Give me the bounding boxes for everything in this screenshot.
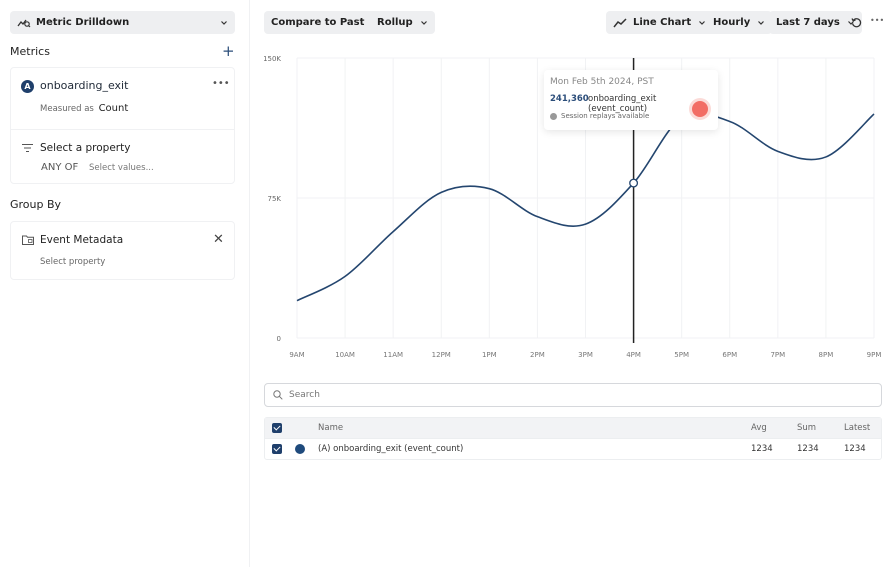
metric-badge: A [21, 80, 34, 93]
metric-options-icon[interactable]: ••• [212, 78, 230, 89]
measured-prefix: Measured as [40, 104, 94, 114]
sidebar: Metric Drilldown Metrics + A onboarding_… [0, 0, 250, 567]
x-tick-label: 1PM [482, 351, 497, 359]
line-chart-icon [613, 17, 627, 27]
view-selector-dropdown[interactable]: Metric Drilldown [10, 11, 235, 34]
x-tick-label: 3PM [578, 351, 593, 359]
x-tick-label: 7PM [770, 351, 785, 359]
date-range-dropdown[interactable]: Last 7 days [769, 11, 862, 34]
hover-point [629, 178, 639, 188]
filter-operator[interactable]: ANY OF [41, 162, 78, 173]
row-latest: 1234 [844, 444, 866, 454]
plus-icon: + [222, 42, 235, 60]
search-icon [273, 390, 283, 400]
session-replay-label: Session replays available [561, 112, 650, 120]
compare-to-past-dropdown[interactable]: Compare to Past [264, 11, 387, 34]
filter-values-input[interactable]: Select values... [89, 163, 154, 173]
chevron-down-icon [221, 20, 227, 25]
header-avg[interactable]: Avg [751, 423, 767, 433]
header-sum[interactable]: Sum [797, 423, 816, 433]
mouse-cursor-indicator [689, 98, 711, 120]
y-tick-label: 75K [268, 195, 282, 203]
row-avg: 1234 [751, 444, 773, 454]
group-by-heading: Group By [10, 198, 62, 211]
row-checkbox[interactable] [272, 444, 282, 454]
table-row[interactable]: (A) onboarding_exit (event_count) 1234 1… [265, 438, 881, 459]
header-name[interactable]: Name [318, 423, 343, 433]
metric-drilldown-icon [17, 19, 31, 27]
rollup-label: Rollup [377, 17, 413, 28]
chevron-down-icon [699, 20, 706, 25]
search-field[interactable] [264, 383, 882, 407]
row-name: (A) onboarding_exit (event_count) [318, 444, 464, 454]
close-icon[interactable]: ✕ [213, 232, 224, 247]
rollup-dropdown[interactable]: Rollup [370, 11, 435, 34]
add-metric-button[interactable]: + [222, 42, 235, 60]
x-tick-label: 9PM [867, 351, 882, 359]
chevron-down-icon [420, 20, 427, 25]
y-tick-label: 150K [264, 55, 281, 63]
folder-icon [22, 235, 34, 245]
chart-type-dropdown[interactable]: Line Chart [606, 11, 714, 34]
property-selector[interactable]: Select a property [40, 142, 130, 154]
compare-label: Compare to Past [271, 17, 365, 28]
series-table: Name Avg Sum Latest (A) onboarding_exit … [264, 417, 882, 460]
group-by-card: Event Metadata ✕ Select property [10, 221, 235, 280]
granularity-label: Hourly [713, 17, 751, 28]
row-sum: 1234 [797, 444, 819, 454]
table-header: Name Avg Sum Latest [265, 418, 881, 438]
filter-icon [22, 144, 33, 152]
select-all-checkbox[interactable] [272, 423, 282, 433]
x-tick-label: 6PM [722, 351, 737, 359]
granularity-dropdown[interactable]: Hourly [706, 11, 773, 34]
play-icon [550, 112, 557, 120]
view-selector-label: Metric Drilldown [36, 17, 130, 28]
chevron-down-icon [758, 20, 765, 25]
y-tick-label: 0 [277, 335, 281, 343]
session-replay-link[interactable]: Session replays available [550, 112, 649, 120]
x-tick-label: 11AM [383, 351, 403, 359]
x-tick-label: 12PM [432, 351, 451, 359]
series-color-dot [295, 444, 305, 454]
refresh-icon[interactable] [851, 17, 862, 28]
group-by-name: Event Metadata [40, 234, 124, 246]
group-by-property-selector[interactable]: Select property [40, 257, 105, 267]
tooltip-value: 241,360 [550, 94, 589, 104]
x-tick-label: 10AM [335, 351, 355, 359]
search-input[interactable] [289, 390, 869, 400]
metric-card: A onboarding_exit ••• Measured as Count … [10, 67, 235, 184]
x-tick-label: 8PM [819, 351, 834, 359]
divider [11, 129, 234, 130]
measured-value[interactable]: Count [99, 103, 129, 114]
header-latest[interactable]: Latest [844, 423, 870, 433]
x-tick-label: 9AM [289, 351, 304, 359]
more-icon[interactable]: ••• [870, 16, 884, 25]
metrics-heading: Metrics [10, 45, 50, 58]
date-range-label: Last 7 days [776, 17, 840, 28]
chart-type-label: Line Chart [633, 17, 692, 28]
x-tick-label: 4PM [626, 351, 641, 359]
tooltip-date: Mon Feb 5th 2024, PST [550, 77, 654, 87]
x-tick-label: 2PM [530, 351, 545, 359]
x-tick-label: 5PM [674, 351, 689, 359]
measured-as: Measured as Count [40, 103, 128, 114]
metric-name[interactable]: onboarding_exit [40, 79, 128, 92]
